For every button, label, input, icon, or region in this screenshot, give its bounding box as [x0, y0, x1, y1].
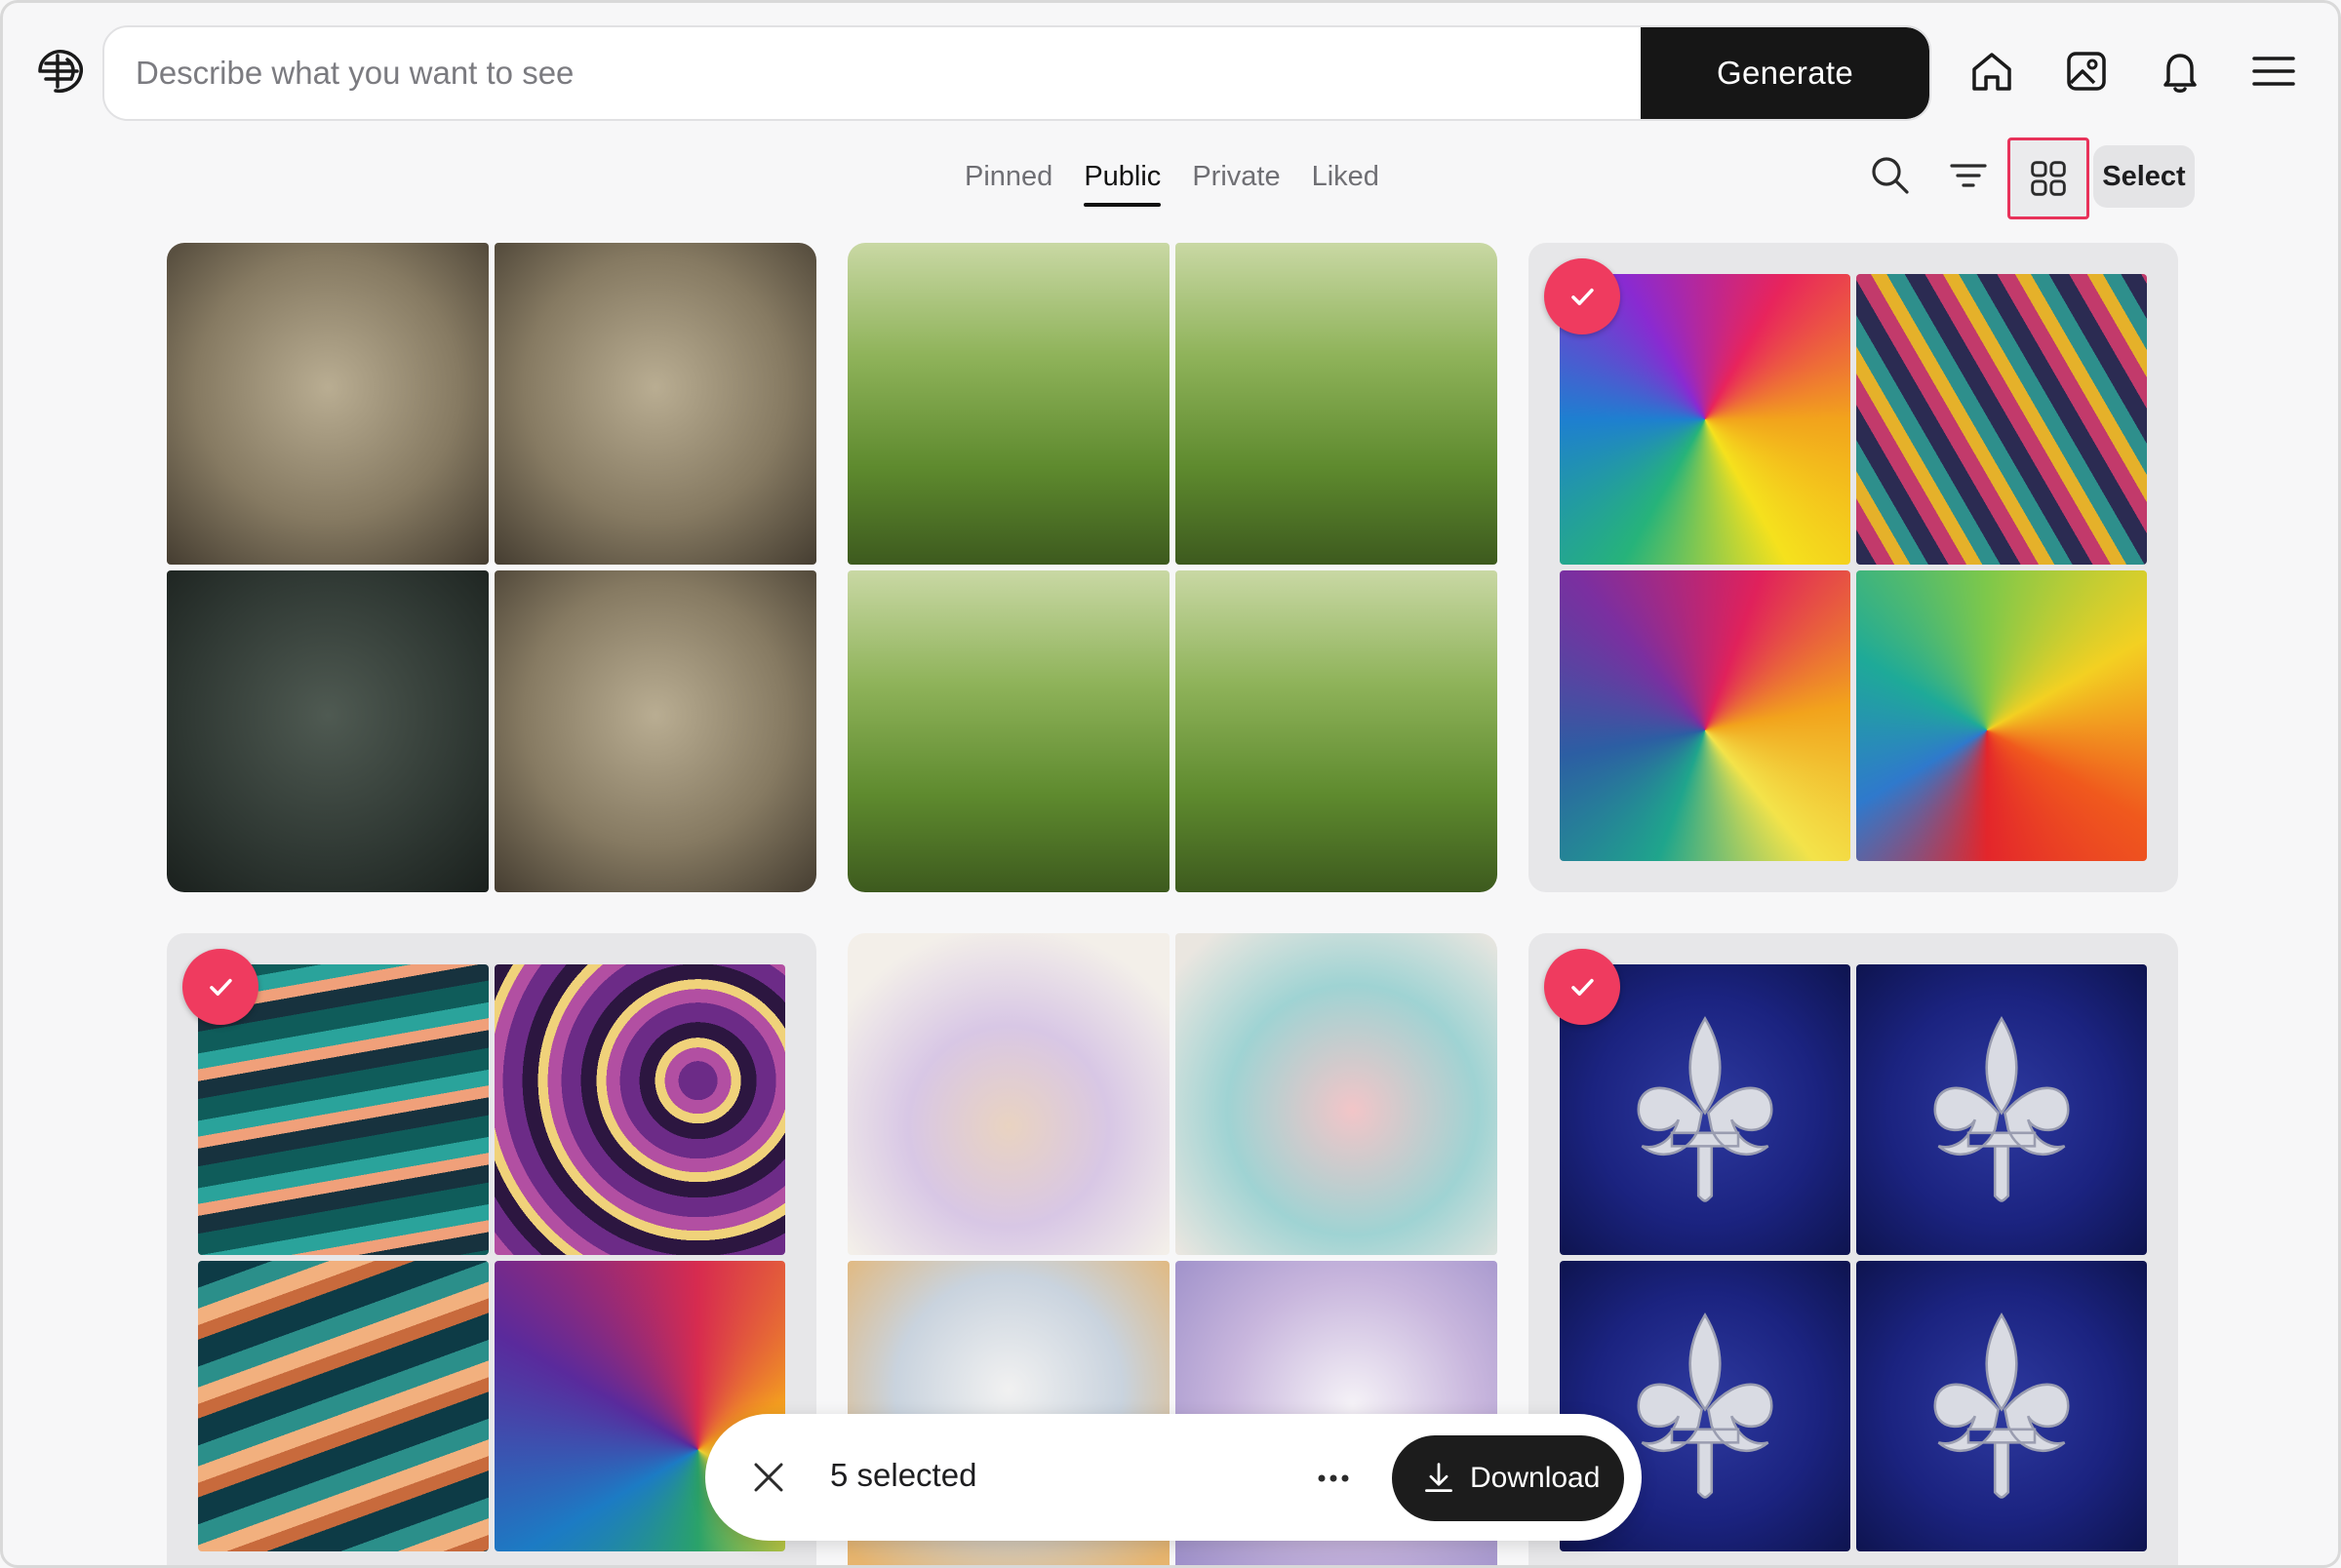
select-button[interactable]: Select	[2093, 145, 2195, 208]
generate-button[interactable]: Generate	[1641, 27, 1929, 119]
download-button[interactable]: Download	[1392, 1435, 1624, 1521]
image-thumbnail[interactable]	[1175, 570, 1497, 892]
image-thumbnail[interactable]	[848, 570, 1170, 892]
image-thumbnail[interactable]	[848, 933, 1170, 1255]
tab-pinned[interactable]: Pinned	[949, 157, 1068, 207]
visibility-tabs: Pinned Public Private Liked	[949, 157, 1395, 207]
gallery-icon[interactable]	[2061, 46, 2112, 97]
tab-public[interactable]: Public	[1068, 157, 1176, 207]
fleur-de-lis-icon	[1637, 1313, 1773, 1499]
giraffe-card[interactable]	[167, 243, 816, 892]
image-thumbnail[interactable]	[1856, 1261, 2147, 1551]
selected-check-icon[interactable]	[182, 949, 258, 1025]
selected-check-icon[interactable]	[1544, 949, 1620, 1025]
selected-count: 5 selected	[830, 1457, 977, 1493]
app-window: Generate Pinned Public Private Liked Sel…	[0, 0, 2341, 1568]
download-label: Download	[1470, 1462, 1601, 1494]
fleur-de-lis-icon	[1933, 1313, 2070, 1499]
selected-check-icon[interactable]	[1544, 258, 1620, 334]
tab-liked[interactable]: Liked	[1296, 157, 1395, 207]
image-thumbnail[interactable]	[167, 570, 489, 892]
image-thumbnail[interactable]	[167, 243, 489, 565]
image-thumbnail[interactable]	[495, 964, 785, 1255]
image-thumbnail[interactable]	[495, 243, 816, 565]
more-options-icon[interactable]	[1312, 1457, 1355, 1500]
logo-icon[interactable]	[32, 42, 91, 100]
fleur-de-lis-icon	[1933, 1016, 2070, 1202]
tab-private[interactable]: Private	[1176, 157, 1295, 207]
grid-view-toggle[interactable]	[2007, 137, 2089, 219]
polygon-card[interactable]	[1528, 243, 2178, 892]
image-thumbnail[interactable]	[848, 243, 1170, 565]
image-thumbnail[interactable]	[1856, 964, 2147, 1255]
image-thumbnail[interactable]	[1175, 933, 1497, 1255]
image-thumbnail[interactable]	[495, 570, 816, 892]
image-thumbnail[interactable]	[1175, 243, 1497, 565]
close-icon[interactable]	[747, 1456, 790, 1499]
image-thumbnail[interactable]	[1560, 570, 1850, 861]
download-icon	[1425, 1463, 1452, 1492]
filter-icon[interactable]	[1944, 151, 1993, 200]
home-icon[interactable]	[1966, 46, 2017, 97]
kitten-card[interactable]	[848, 243, 1497, 892]
menu-icon[interactable]	[2248, 46, 2299, 97]
grid-view-icon	[2031, 161, 2066, 196]
image-thumbnail[interactable]	[198, 1261, 489, 1551]
selection-bar: 5 selected Download	[705, 1414, 1642, 1541]
bell-icon[interactable]	[2155, 46, 2205, 97]
fleur-de-lis-icon	[1637, 1016, 1773, 1202]
image-thumbnail[interactable]	[1856, 274, 2147, 565]
prompt-input[interactable]	[104, 27, 1646, 119]
search-icon[interactable]	[1866, 151, 1915, 200]
image-thumbnail[interactable]	[1856, 570, 2147, 861]
prompt-bar: Generate	[102, 25, 1931, 121]
